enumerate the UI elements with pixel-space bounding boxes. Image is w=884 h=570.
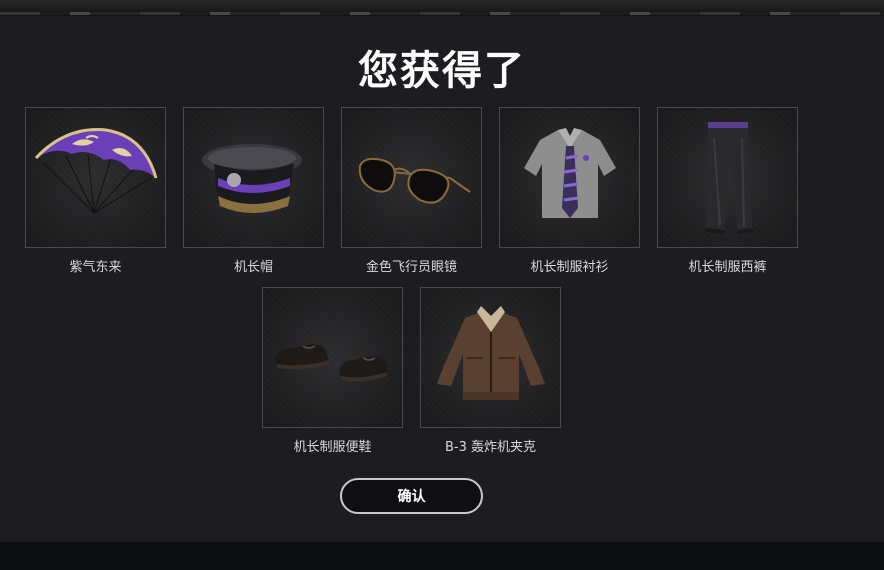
reward-item-uniform-shirt[interactable]: 机长制服衬衫 <box>499 107 640 275</box>
reward-item-name: 紫气东来 <box>69 260 122 275</box>
parachute-icon <box>34 128 158 214</box>
reward-item-name: B-3 轰炸机夹克 <box>444 440 536 455</box>
reward-item-uniform-shoes[interactable]: 机长制服便鞋 <box>262 287 403 455</box>
reward-tile <box>25 107 166 248</box>
reward-item-parachute[interactable]: 紫气东来 <box>25 107 166 275</box>
reward-tile <box>420 287 561 428</box>
reward-dialog: 您获得了 紫气东来 机长帽 金色飞行员眼镜 机长制服衬衫 机长制服西裤 机长制服… <box>0 16 884 542</box>
bomber-jacket-icon <box>437 306 545 400</box>
dialog-title: 您获得了 <box>358 48 526 94</box>
reward-item-name: 机长帽 <box>233 260 273 275</box>
confirm-button[interactable]: 确认 <box>340 478 483 514</box>
reward-item-uniform-trousers[interactable]: 机长制服西裤 <box>657 107 798 275</box>
reward-item-name: 机长制服便鞋 <box>293 440 372 455</box>
reward-item-bomber-jacket[interactable]: B-3 轰炸机夹克 <box>420 287 561 455</box>
bottom-strip <box>0 542 884 570</box>
reward-tile <box>183 107 324 248</box>
captain-hat-icon <box>202 144 302 213</box>
reward-item-name: 机长制服西裤 <box>688 260 767 275</box>
uniform-shirt-icon <box>524 128 616 218</box>
reward-item-name: 机长制服衬衫 <box>530 260 609 275</box>
uniform-trousers-icon <box>706 122 754 234</box>
reward-tile <box>657 107 798 248</box>
reward-tile <box>499 107 640 248</box>
uniform-shoes-icon <box>275 344 387 382</box>
reward-tile <box>262 287 403 428</box>
reward-tile <box>341 107 482 248</box>
game-header-strip <box>0 0 884 16</box>
reward-item-captain-hat[interactable]: 机长帽 <box>183 107 324 275</box>
reward-item-aviator-sunglasses[interactable]: 金色飞行员眼镜 <box>341 107 482 275</box>
reward-item-name: 金色飞行员眼镜 <box>365 260 457 275</box>
aviator-sunglasses-icon <box>358 157 471 204</box>
